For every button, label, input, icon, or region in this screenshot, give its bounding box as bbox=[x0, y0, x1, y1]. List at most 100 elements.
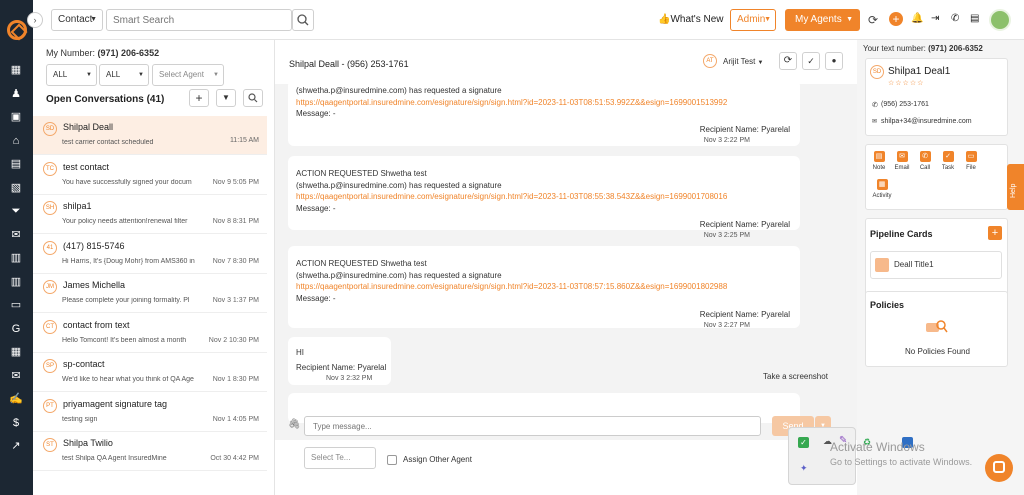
conversation-item[interactable]: ST Shilpa Twilio test Shilpa QA Agent Insu… bbox=[33, 432, 267, 471]
new-conversation-button[interactable]: + bbox=[189, 89, 209, 107]
status-filter-select[interactable]: ALL ▼ bbox=[46, 64, 97, 86]
event-icon[interactable]: ▦ bbox=[9, 346, 23, 358]
message-bubble[interactable]: HI Recipient Name: Pyarelal Nov 3 2:32 PM bbox=[288, 337, 391, 385]
mail-icon[interactable]: ✉ bbox=[9, 370, 23, 382]
policies-section: Policies No Policies Found bbox=[865, 291, 1008, 367]
action-task-button[interactable]: ✓ Task bbox=[939, 151, 957, 171]
signature-link[interactable]: https://qaagentportal.insuredmine.com/es… bbox=[296, 281, 727, 293]
megaphone-icon[interactable]: ✉ bbox=[9, 229, 23, 241]
rating-stars[interactable]: ☆☆☆☆☆ bbox=[888, 79, 924, 87]
admin-select[interactable]: Admin ▼ bbox=[730, 9, 776, 31]
recipient-name: Recipient Name: Pyarelal bbox=[699, 219, 790, 229]
teams-icon[interactable]: ✦ bbox=[800, 463, 808, 474]
pipeline-card-title: Deall Title1 bbox=[894, 260, 934, 269]
signature-icon[interactable]: ✍ bbox=[9, 393, 23, 405]
bank-icon[interactable]: ⌂ bbox=[9, 135, 23, 147]
contact-info-button[interactable]: ● bbox=[825, 52, 843, 70]
documents-icon[interactable]: ▣ bbox=[9, 111, 23, 123]
contact-type-select[interactable]: Contact ▼ bbox=[51, 9, 103, 31]
help-tab[interactable]: Help bbox=[1007, 164, 1024, 210]
conversation-item[interactable]: SP sp-contact We'd like to hear what you t… bbox=[33, 353, 267, 392]
add-pipeline-card-button[interactable]: + bbox=[988, 226, 1002, 240]
refresh-icon[interactable]: ⟳ bbox=[868, 13, 878, 27]
conversation-item[interactable]: SH shilpa1 Your policy needs attention!ren… bbox=[33, 195, 267, 234]
phone-icon[interactable]: ✆ bbox=[951, 13, 959, 24]
conversation-item[interactable]: PT priyamagent signature tag testing sign N… bbox=[33, 393, 267, 432]
sidebar-rail: ▦ ♟ ▣ ⌂ ▤ ▧ ⏷ ✉ ▥ ▥ ▭ G ▦ ✉ ✍ $ ↗ bbox=[0, 0, 33, 495]
type-filter-select[interactable]: ALL ▼ bbox=[99, 64, 149, 86]
search-button[interactable] bbox=[292, 9, 314, 31]
chat-icon[interactable]: ▥ bbox=[9, 252, 23, 264]
message-bubble[interactable]: (shwetha.p@insuredmine.com) has requeste… bbox=[288, 84, 800, 146]
calendar-icon[interactable]: ▤ bbox=[9, 158, 23, 170]
chevron-down-icon: ▼ bbox=[757, 60, 764, 66]
conversations-panel: My Number: (971) 206-6352 ALL ▼ ALL ▼ Sele… bbox=[33, 40, 275, 495]
empty-policies-icon bbox=[926, 320, 948, 333]
recipient-name: Recipient Name: Pyarelal bbox=[699, 125, 790, 134]
refresh-chat-button[interactable]: ⟳ bbox=[779, 52, 797, 70]
message-thread[interactable]: (shwetha.p@insuredmine.com) has requeste… bbox=[275, 84, 857, 440]
assign-other-agent-checkbox[interactable] bbox=[387, 455, 397, 465]
id-card-icon[interactable]: ▧ bbox=[9, 182, 23, 194]
action-file-button[interactable]: ▭ File bbox=[962, 151, 980, 171]
text-number-label: Your text number: bbox=[863, 44, 926, 53]
action-email-button[interactable]: ✉ Email bbox=[893, 151, 911, 171]
whats-new-link[interactable]: 👍What's New bbox=[658, 14, 724, 25]
app-logo[interactable] bbox=[7, 20, 27, 40]
conversation-item[interactable]: TC test contact You have successfully sign… bbox=[33, 156, 267, 195]
add-icon[interactable]: + bbox=[889, 12, 903, 26]
chat-launcher-button[interactable] bbox=[985, 454, 1013, 482]
conversation-item[interactable]: SD Shilpal Deall test carrier contact sche… bbox=[33, 116, 267, 155]
conversation-name: shilpa1 bbox=[63, 201, 92, 211]
signature-link[interactable]: https://qaagentportal.insuredmine.com/es… bbox=[296, 97, 727, 109]
filter-icon[interactable]: ⏷ bbox=[9, 205, 23, 217]
calculator-icon[interactable]: ▤ bbox=[970, 13, 979, 24]
resolve-button[interactable]: ✓ bbox=[802, 52, 820, 70]
conversation-time: Nov 9 5:05 PM bbox=[212, 178, 259, 186]
conversation-item[interactable]: CT contact from text Hello Tomcont! It's b… bbox=[33, 314, 267, 353]
conversation-search-button[interactable] bbox=[243, 89, 263, 107]
conversation-preview: test Shilpa QA Agent InsuredMine bbox=[62, 455, 167, 462]
agent-filter-select[interactable]: Select Agent ▼ bbox=[152, 64, 224, 86]
contact-email[interactable]: shilpa+34@insuredmine.com bbox=[881, 118, 972, 125]
message-bubble[interactable]: ACTION REQUESTED Shwetha test (shwetha.p@… bbox=[288, 246, 800, 329]
agent-select[interactable]: Arijit Test ▼ bbox=[723, 57, 764, 66]
template-select[interactable]: Select Te... bbox=[304, 447, 376, 469]
type-filter-label: ALL bbox=[106, 70, 121, 79]
conversation-preview: Your policy needs attention!renewal filt… bbox=[62, 218, 188, 225]
contact-name[interactable]: Shilpa1 Deal1 bbox=[888, 66, 950, 77]
my-agents-button[interactable]: My Agents ▼ bbox=[785, 9, 860, 31]
dashboard-icon[interactable]: ▦ bbox=[9, 64, 23, 76]
conversation-item[interactable]: JM James Michella Please complete your joi… bbox=[33, 274, 267, 313]
avatar[interactable] bbox=[989, 9, 1011, 31]
action-note-button[interactable]: ▤ Note bbox=[870, 151, 888, 171]
analytics-icon[interactable]: ↗ bbox=[9, 440, 23, 452]
contacts-icon[interactable]: ♟ bbox=[9, 88, 23, 100]
contact-phone[interactable]: (956) 253-1761 bbox=[881, 101, 929, 108]
reports-icon[interactable]: ▥ bbox=[9, 276, 23, 288]
conversation-item[interactable]: 41 (417) 815-5746 Hi Harris, It's {Doug Mo… bbox=[33, 235, 267, 274]
security-icon[interactable]: ✓ bbox=[798, 437, 809, 448]
paperclip-icon[interactable]: 🖇 bbox=[288, 419, 301, 430]
folder-icon[interactable]: ▭ bbox=[9, 299, 23, 311]
conversation-time: Nov 7 8:30 PM bbox=[212, 257, 259, 265]
conversation-name: (417) 815-5746 bbox=[63, 240, 125, 251]
sidebar-expand-icon[interactable]: › bbox=[27, 12, 43, 28]
activate-windows-subtitle: Go to Settings to activate Windows. bbox=[830, 457, 973, 467]
action-call-button[interactable]: ✆ Call bbox=[916, 151, 934, 171]
bell-icon[interactable]: 🔔 bbox=[911, 13, 923, 24]
action-activity-button[interactable]: ▦ Activity bbox=[870, 179, 894, 199]
message-time: Nov 3 2:25 PM bbox=[703, 231, 750, 239]
message-bubble[interactable]: ACTION REQUESTED Shwetha test (shwetha.p@… bbox=[288, 156, 800, 239]
google-icon[interactable]: G bbox=[9, 323, 23, 335]
dollar-icon[interactable]: $ bbox=[9, 417, 23, 429]
conversation-preview: Please complete your joining formality. … bbox=[62, 297, 190, 304]
signature-link[interactable]: https://qaagentportal.insuredmine.com/es… bbox=[296, 191, 727, 203]
logout-icon[interactable]: ⇥ bbox=[931, 13, 939, 24]
agent-filter-label: Select Agent bbox=[159, 70, 204, 79]
filter-button[interactable]: ▼ bbox=[216, 89, 236, 107]
message-input[interactable] bbox=[304, 416, 761, 436]
conversation-time: Oct 30 4:42 PM bbox=[210, 455, 259, 462]
smart-search-input[interactable] bbox=[106, 9, 292, 31]
pipeline-card[interactable]: Deall Title1 bbox=[870, 251, 1002, 279]
